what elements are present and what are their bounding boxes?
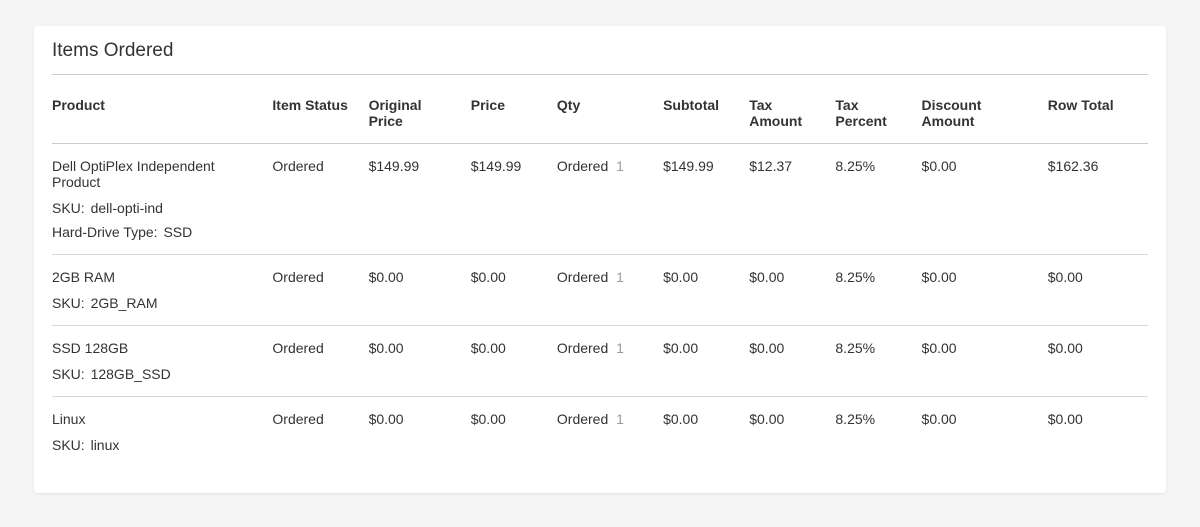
sku-value: 2GB_RAM — [91, 295, 158, 311]
cell-tax-amount: $0.00 — [749, 255, 835, 326]
cell-product: SSD 128GB SKU: 128GB_SSD — [52, 326, 272, 397]
qty-ordered-label: Ordered — [557, 269, 608, 285]
sku-label: SKU: — [52, 366, 85, 382]
cell-original-price: $0.00 — [369, 397, 471, 468]
cell-row-total: $0.00 — [1048, 397, 1148, 468]
cell-product: Linux SKU: linux — [52, 397, 272, 468]
col-header-qty: Qty — [557, 83, 663, 144]
cell-qty: Ordered 1 — [557, 144, 663, 255]
sku-label: SKU: — [52, 200, 85, 216]
cell-tax-percent: 8.25% — [835, 326, 921, 397]
cell-item-status: Ordered — [272, 144, 368, 255]
cell-row-total: $0.00 — [1048, 255, 1148, 326]
cell-subtotal: $0.00 — [663, 255, 749, 326]
cell-price: $0.00 — [471, 255, 557, 326]
table-header-row: Product Item Status Original Price Price… — [52, 83, 1148, 144]
cell-tax-percent: 8.25% — [835, 144, 921, 255]
cell-item-status: Ordered — [272, 326, 368, 397]
table-row: Dell OptiPlex Independent Product SKU: d… — [52, 144, 1148, 255]
table-row: SSD 128GB SKU: 128GB_SSD Ordered $0.00 $… — [52, 326, 1148, 397]
qty-ordered-label: Ordered — [557, 158, 608, 174]
cell-item-status: Ordered — [272, 255, 368, 326]
col-header-subtotal: Subtotal — [663, 83, 749, 144]
col-header-row-total: Row Total — [1048, 83, 1148, 144]
cell-discount-amount: $0.00 — [922, 144, 1048, 255]
cell-discount-amount: $0.00 — [922, 255, 1048, 326]
col-header-tax-amount: Tax Amount — [749, 83, 835, 144]
cell-tax-amount: $0.00 — [749, 326, 835, 397]
cell-product: Dell OptiPlex Independent Product SKU: d… — [52, 144, 272, 255]
qty-ordered-value: 1 — [616, 340, 624, 356]
product-name: Dell OptiPlex Independent Product — [52, 158, 260, 190]
product-hard-drive-type: Hard-Drive Type: SSD — [52, 224, 260, 240]
cell-price: $149.99 — [471, 144, 557, 255]
cell-discount-amount: $0.00 — [922, 326, 1048, 397]
col-header-discount-amount: Discount Amount — [922, 83, 1048, 144]
cell-row-total: $0.00 — [1048, 326, 1148, 397]
sku-label: SKU: — [52, 437, 85, 453]
product-sku: SKU: dell-opti-ind — [52, 200, 260, 216]
cell-price: $0.00 — [471, 326, 557, 397]
table-row: 2GB RAM SKU: 2GB_RAM Ordered $0.00 $0.00… — [52, 255, 1148, 326]
cell-original-price: $0.00 — [369, 255, 471, 326]
col-header-price: Price — [471, 83, 557, 144]
qty-ordered-label: Ordered — [557, 411, 608, 427]
cell-price: $0.00 — [471, 397, 557, 468]
cell-discount-amount: $0.00 — [922, 397, 1048, 468]
cell-product: 2GB RAM SKU: 2GB_RAM — [52, 255, 272, 326]
cell-item-status: Ordered — [272, 397, 368, 468]
sku-value: 128GB_SSD — [91, 366, 171, 382]
qty-ordered-value: 1 — [616, 269, 624, 285]
cell-row-total: $162.36 — [1048, 144, 1148, 255]
col-header-original-price: Original Price — [369, 83, 471, 144]
hard-drive-type-value: SSD — [163, 224, 192, 240]
sku-label: SKU: — [52, 295, 85, 311]
cell-qty: Ordered 1 — [557, 255, 663, 326]
product-sku: SKU: 128GB_SSD — [52, 366, 260, 382]
product-name: 2GB RAM — [52, 269, 260, 285]
cell-subtotal: $0.00 — [663, 397, 749, 468]
cell-tax-percent: 8.25% — [835, 255, 921, 326]
qty-ordered-value: 1 — [616, 411, 624, 427]
items-ordered-card: Items Ordered Product Item Status Origin… — [34, 26, 1166, 493]
sku-value: dell-opti-ind — [91, 200, 163, 216]
col-header-tax-percent: Tax Percent — [835, 83, 921, 144]
product-sku: SKU: 2GB_RAM — [52, 295, 260, 311]
items-ordered-table: Product Item Status Original Price Price… — [52, 83, 1148, 467]
cell-subtotal: $149.99 — [663, 144, 749, 255]
hard-drive-type-label: Hard-Drive Type: — [52, 224, 158, 240]
col-header-product: Product — [52, 83, 272, 144]
cell-original-price: $0.00 — [369, 326, 471, 397]
cell-tax-percent: 8.25% — [835, 397, 921, 468]
table-row: Linux SKU: linux Ordered $0.00 $0.00 Ord… — [52, 397, 1148, 468]
section-title: Items Ordered — [52, 40, 1148, 75]
cell-qty: Ordered 1 — [557, 397, 663, 468]
col-header-item-status: Item Status — [272, 83, 368, 144]
qty-ordered-label: Ordered — [557, 340, 608, 356]
qty-ordered-value: 1 — [616, 158, 624, 174]
cell-qty: Ordered 1 — [557, 326, 663, 397]
cell-tax-amount: $0.00 — [749, 397, 835, 468]
sku-value: linux — [91, 437, 120, 453]
product-sku: SKU: linux — [52, 437, 260, 453]
cell-subtotal: $0.00 — [663, 326, 749, 397]
cell-original-price: $149.99 — [369, 144, 471, 255]
cell-tax-amount: $12.37 — [749, 144, 835, 255]
product-name: Linux — [52, 411, 260, 427]
product-name: SSD 128GB — [52, 340, 260, 356]
